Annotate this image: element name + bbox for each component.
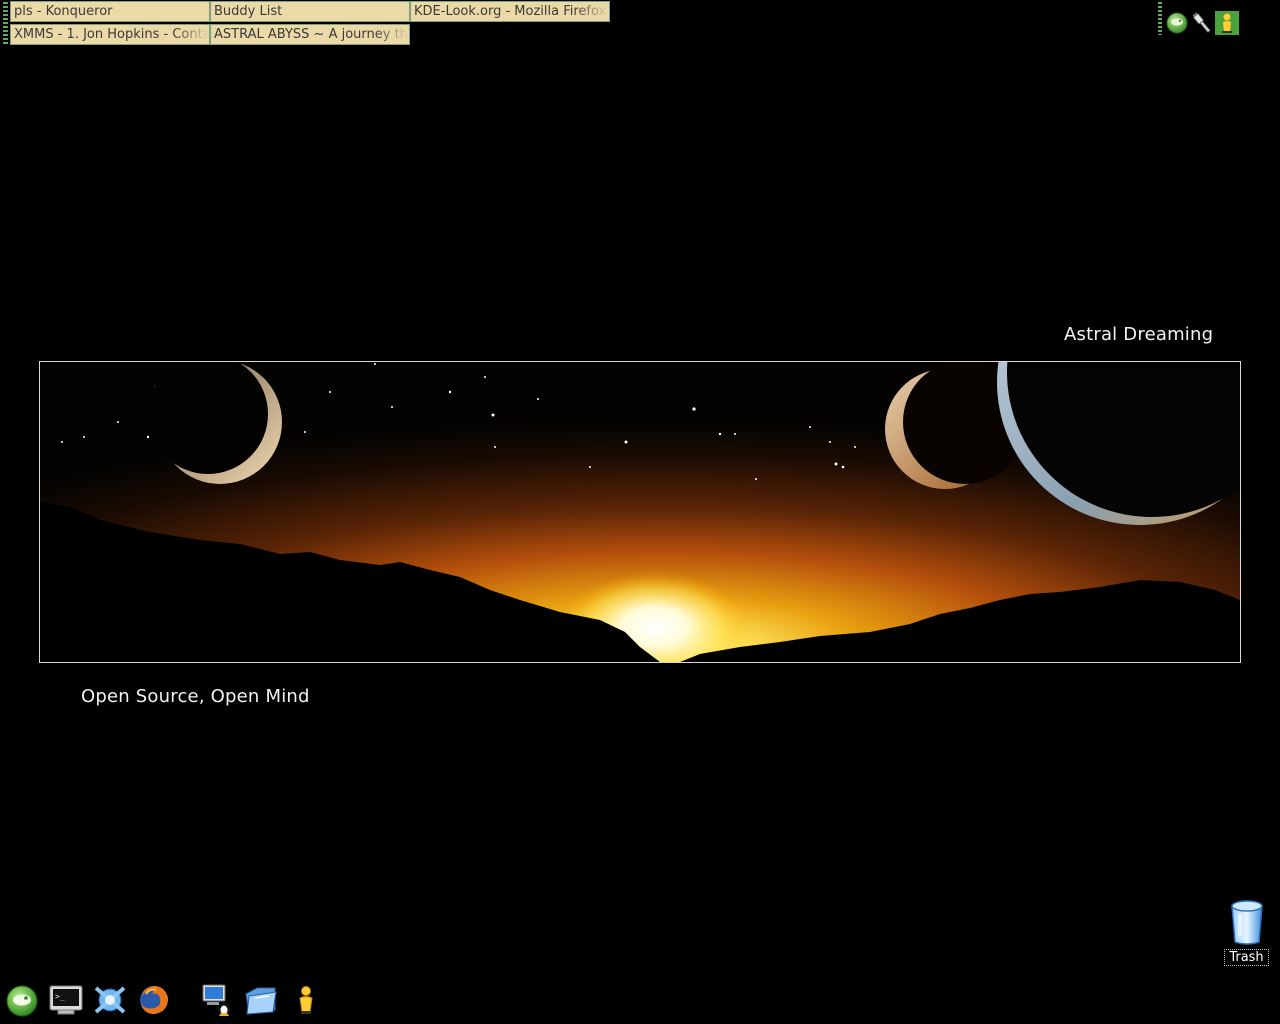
astral-landscape-image bbox=[40, 362, 1240, 662]
taskbar-button-label: pls - Konqueror bbox=[14, 4, 113, 19]
wallpaper-tagline: Open Source, Open Mind bbox=[81, 686, 310, 707]
taskbar-button-buddy-list[interactable]: Buddy List bbox=[210, 1, 410, 22]
opensuse-update-icon[interactable] bbox=[1165, 11, 1189, 35]
taskbar-button-label: ASTRAL ABYSS ~ A journey through the sta… bbox=[214, 27, 409, 42]
wallpaper-title: Astral Dreaming bbox=[1064, 324, 1214, 345]
trash-icon bbox=[1231, 900, 1263, 945]
wallpaper-banner bbox=[39, 361, 1241, 663]
folder-icon[interactable] bbox=[243, 982, 279, 1018]
firefox-icon[interactable] bbox=[136, 982, 172, 1018]
system-tray-grip[interactable] bbox=[1158, 2, 1162, 35]
taskbar-grip[interactable] bbox=[3, 2, 8, 44]
taskbar-button-label: KDE-Look.org - Mozilla Firefox bbox=[414, 4, 607, 19]
taskbar-button-label: Buddy List bbox=[214, 4, 283, 19]
taskbar-button-konqueror[interactable]: pls - Konqueror bbox=[10, 1, 210, 22]
taskbar-button-xmms[interactable]: XMMS - 1. Jon Hopkins - Contact Note bbox=[10, 24, 210, 45]
taskbar-button-firefox[interactable]: KDE-Look.org - Mozilla Firefox bbox=[410, 1, 610, 22]
opensuse-menu-icon[interactable] bbox=[4, 982, 40, 1018]
trash-label[interactable]: Trash bbox=[1224, 949, 1269, 966]
system-network-icon[interactable] bbox=[199, 982, 235, 1018]
taskbar-button-astral-abyss[interactable]: ASTRAL ABYSS ~ A journey through the sta… bbox=[210, 24, 410, 45]
aim-buddy-icon[interactable] bbox=[1215, 11, 1239, 35]
svg-text:>_: >_ bbox=[55, 992, 65, 1001]
taskbar-button-label: XMMS - 1. Jon Hopkins - Contact Note bbox=[14, 27, 209, 42]
terminal-icon[interactable]: >_ bbox=[48, 982, 84, 1018]
konqueror-icon[interactable] bbox=[92, 982, 128, 1018]
aim-icon[interactable] bbox=[288, 982, 324, 1018]
network-plug-icon[interactable] bbox=[1190, 11, 1214, 35]
